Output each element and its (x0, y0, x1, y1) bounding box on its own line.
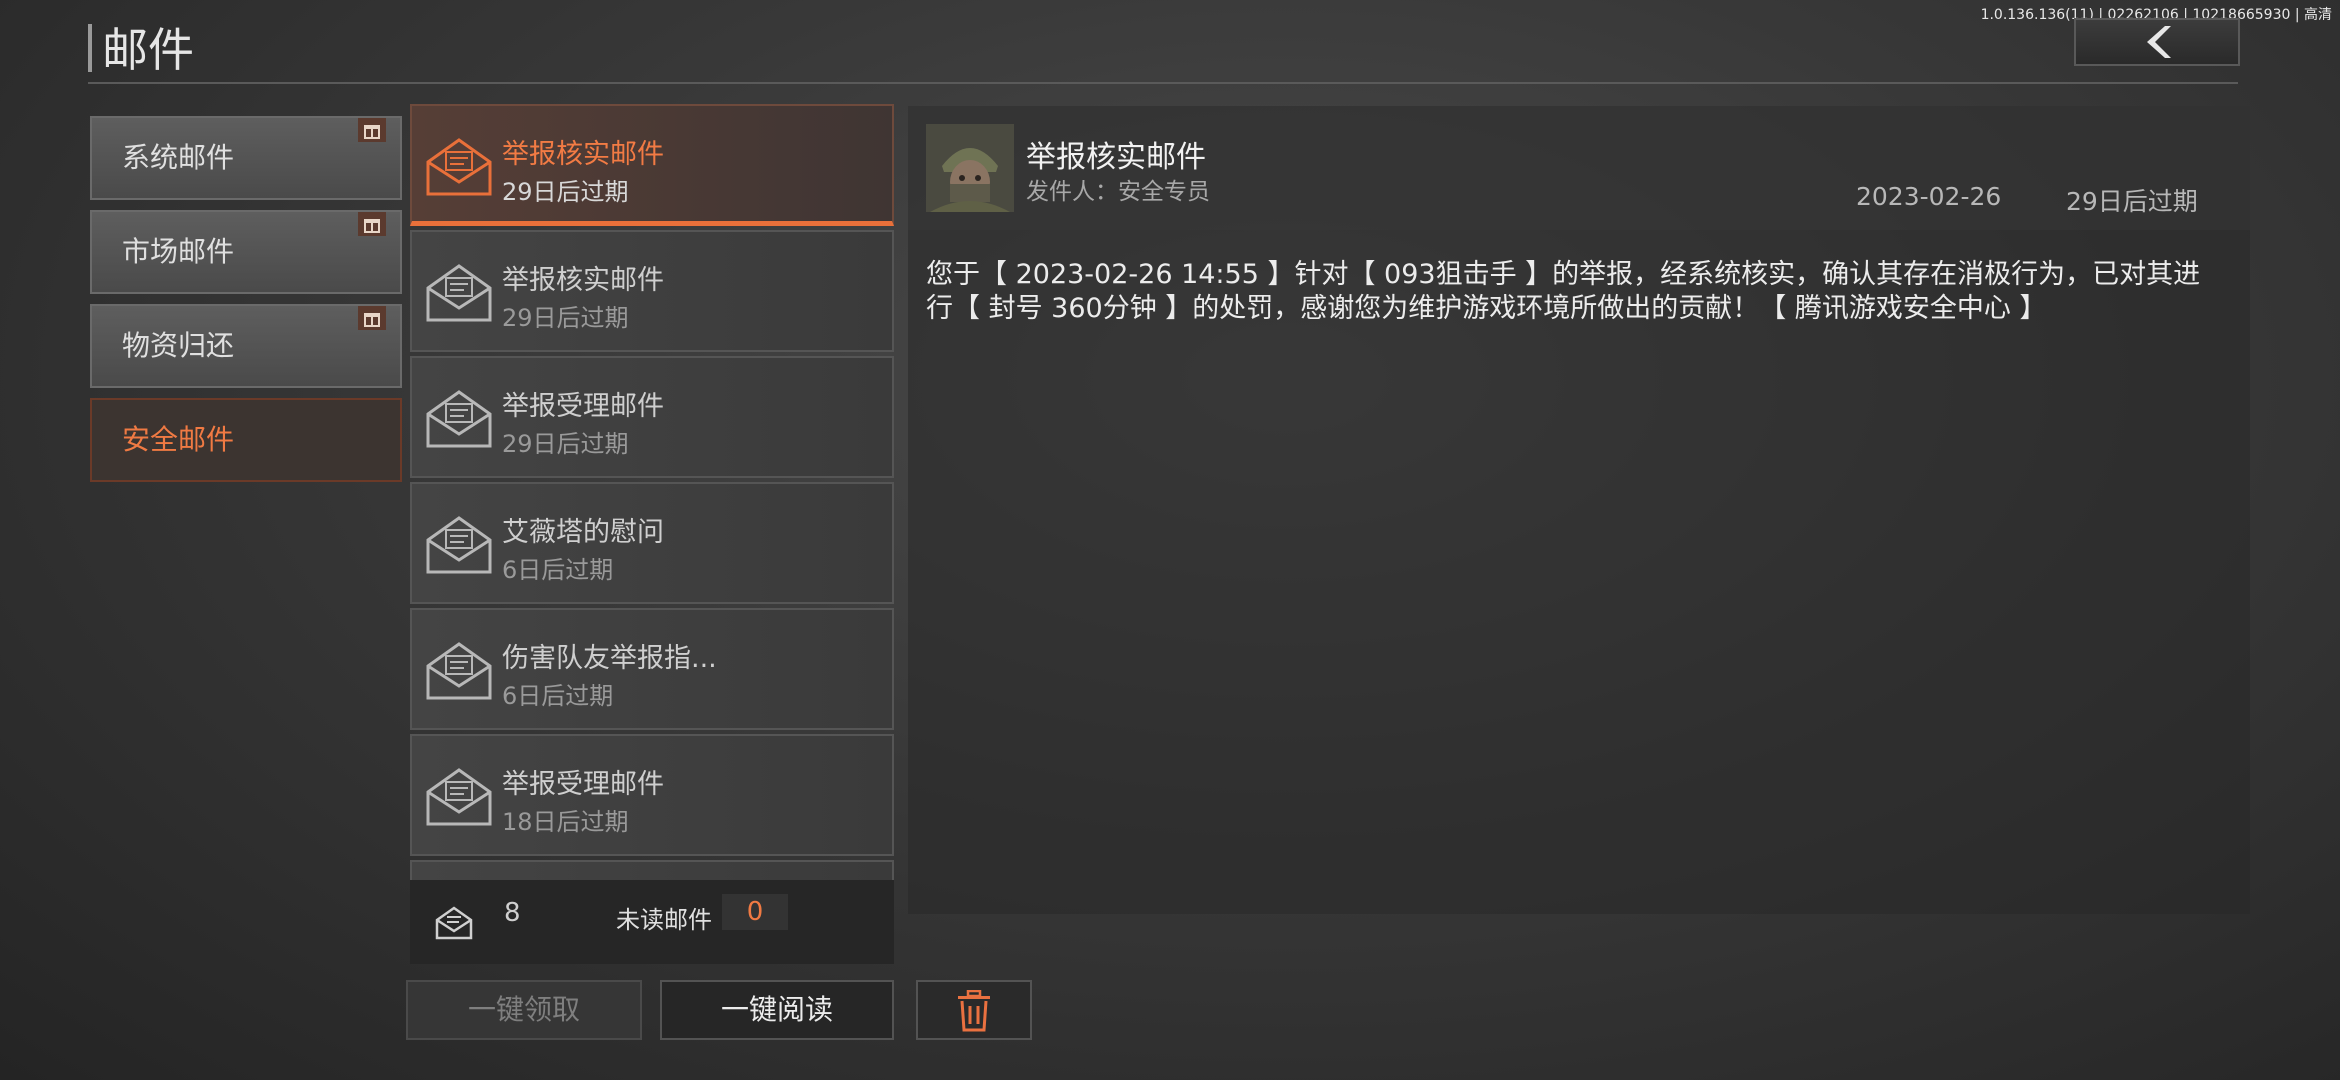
category-label: 安全邮件 (122, 423, 235, 456)
sender-avatar (926, 124, 1014, 212)
mail-detail-expiry: 29日后过期 (2066, 187, 2198, 216)
gift-icon (358, 212, 386, 236)
read-all-button[interactable]: 一键阅读 (660, 980, 894, 1040)
mail-detail-header: 举报核实邮件 发件人：安全专员 2023-02-26 29日后过期 (908, 106, 2250, 230)
mail-item[interactable]: 举报核实邮件 29日后过期 (410, 104, 894, 226)
mail-item[interactable]: 举报受理邮件 29日后过期 (410, 356, 894, 478)
envelope-open-icon (426, 642, 492, 700)
title-accent (88, 24, 92, 72)
mail-expiry: 18日后过期 (502, 808, 629, 836)
category-label: 市场邮件 (122, 235, 235, 268)
mail-title: 伤害队友举报指... (502, 643, 717, 674)
category-system-mail[interactable]: 系统邮件 (90, 116, 402, 200)
mail-list-footer: 8 未读邮件 0 (410, 880, 894, 964)
mail-title: 艾薇塔的慰问 (502, 517, 664, 548)
page-title: 邮件 (102, 23, 194, 77)
delete-button[interactable] (916, 980, 1032, 1040)
trash-icon (958, 989, 990, 1032)
mail-item[interactable]: 举报核实邮件 29日后过期 (410, 230, 894, 352)
envelope-open-icon (426, 138, 492, 196)
title-bar: 邮件 (88, 18, 2238, 84)
mail-expiry: 6日后过期 (502, 556, 614, 584)
mail-detail: 举报核实邮件 发件人：安全专员 2023-02-26 29日后过期 您于【 20… (908, 106, 2250, 914)
envelope-open-icon (426, 390, 492, 448)
category-market-mail[interactable]: 市场邮件 (90, 210, 402, 294)
unread-label: 未读邮件 (616, 906, 712, 934)
mail-detail-body: 您于【 2023-02-26 14:55 】针对【 093狙击手 】的举报，经系… (926, 259, 2201, 324)
mail-detail-title: 举报核实邮件 (1026, 140, 1206, 175)
mail-item[interactable]: 艾薇塔的慰问 6日后过期 (410, 482, 894, 604)
mail-title: 举报受理邮件 (502, 391, 664, 422)
back-button[interactable] (2074, 18, 2240, 66)
gift-icon (358, 118, 386, 142)
mail-expiry: 29日后过期 (502, 304, 629, 332)
claim-all-button[interactable]: 一键领取 (406, 980, 642, 1040)
category-supply-return[interactable]: 物资归还 (90, 304, 402, 388)
mail-expiry: 29日后过期 (502, 178, 629, 206)
gift-icon (358, 306, 386, 330)
mail-expiry: 29日后过期 (502, 430, 629, 458)
mail-title: 举报核实邮件 (502, 265, 664, 296)
mail-item[interactable]: 伤害队友举报指... 6日后过期 (410, 608, 894, 730)
mail-title: 举报受理邮件 (502, 769, 664, 800)
mail-expiry: 6日后过期 (502, 682, 614, 710)
mail-list[interactable]: 举报核实邮件 29日后过期 举报核实邮件 29日后过期 举报受理邮件 29日后过… (410, 104, 894, 968)
mail-detail-sender: 发件人：安全专员 (1026, 179, 1210, 205)
envelope-open-icon (426, 768, 492, 826)
envelope-stack-icon (435, 906, 473, 940)
mail-detail-date: 2023-02-26 (1856, 182, 2002, 211)
category-security-mail[interactable]: 安全邮件 (90, 398, 402, 482)
category-label: 系统邮件 (122, 141, 235, 174)
category-label: 物资归还 (122, 329, 235, 362)
mail-count: 8 (504, 898, 521, 928)
envelope-open-icon (426, 264, 492, 322)
chevron-left-icon (2147, 26, 2171, 58)
envelope-open-icon (426, 516, 492, 574)
mail-title: 举报核实邮件 (502, 139, 664, 170)
mail-item[interactable]: 举报受理邮件 18日后过期 (410, 734, 894, 856)
unread-count: 0 (722, 894, 788, 930)
